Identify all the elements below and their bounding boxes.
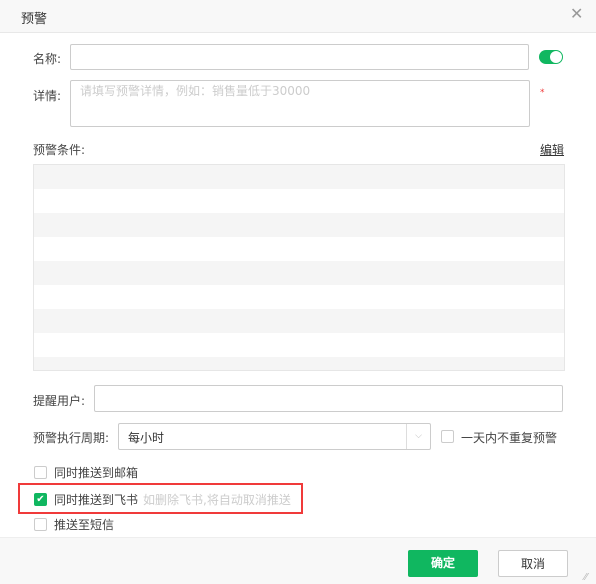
- condition-label: 预警条件:: [33, 143, 86, 157]
- no-repeat-checkbox[interactable]: [441, 430, 454, 443]
- no-repeat-label: 一天内不重复预警: [461, 431, 558, 445]
- enable-toggle[interactable]: [539, 50, 563, 64]
- dialog-header: [0, 0, 596, 33]
- ok-button[interactable]: 确定: [408, 550, 478, 577]
- dialog-title: 预警: [21, 12, 48, 27]
- email-checkbox[interactable]: [34, 466, 47, 479]
- detail-label: 详情:: [33, 89, 62, 103]
- required-mark: *: [540, 88, 545, 98]
- cancel-button[interactable]: 取消: [498, 550, 568, 577]
- feishu-hint: 如删除飞书,将自动取消推送: [143, 493, 291, 507]
- remind-label: 提醒用户:: [33, 394, 86, 408]
- resize-handle-icon[interactable]: ⁄⁄: [584, 572, 587, 583]
- detail-textarea[interactable]: 请填写预警详情，例如：销售量低于30000: [70, 80, 530, 127]
- name-input[interactable]: [70, 44, 529, 70]
- period-value: 每小时: [128, 431, 165, 445]
- edit-link[interactable]: 编辑: [540, 141, 564, 158]
- sms-label: 推送至短信: [54, 518, 115, 532]
- name-label: 名称:: [33, 52, 62, 66]
- detail-placeholder: 请填写预警详情，例如：销售量低于30000: [80, 84, 311, 98]
- condition-table: [33, 164, 565, 371]
- close-icon[interactable]: ✕: [570, 4, 583, 23]
- period-select[interactable]: 每小时 ⌵: [118, 423, 431, 450]
- feishu-label: 同时推送到飞书: [54, 493, 139, 507]
- period-label: 预警执行周期:: [33, 431, 110, 445]
- remind-user-input[interactable]: [94, 385, 563, 412]
- email-label: 同时推送到邮箱: [54, 466, 139, 480]
- chevron-down-icon[interactable]: ⌵: [406, 424, 430, 449]
- feishu-checkbox[interactable]: ✔: [34, 493, 47, 506]
- sms-checkbox[interactable]: [34, 518, 47, 531]
